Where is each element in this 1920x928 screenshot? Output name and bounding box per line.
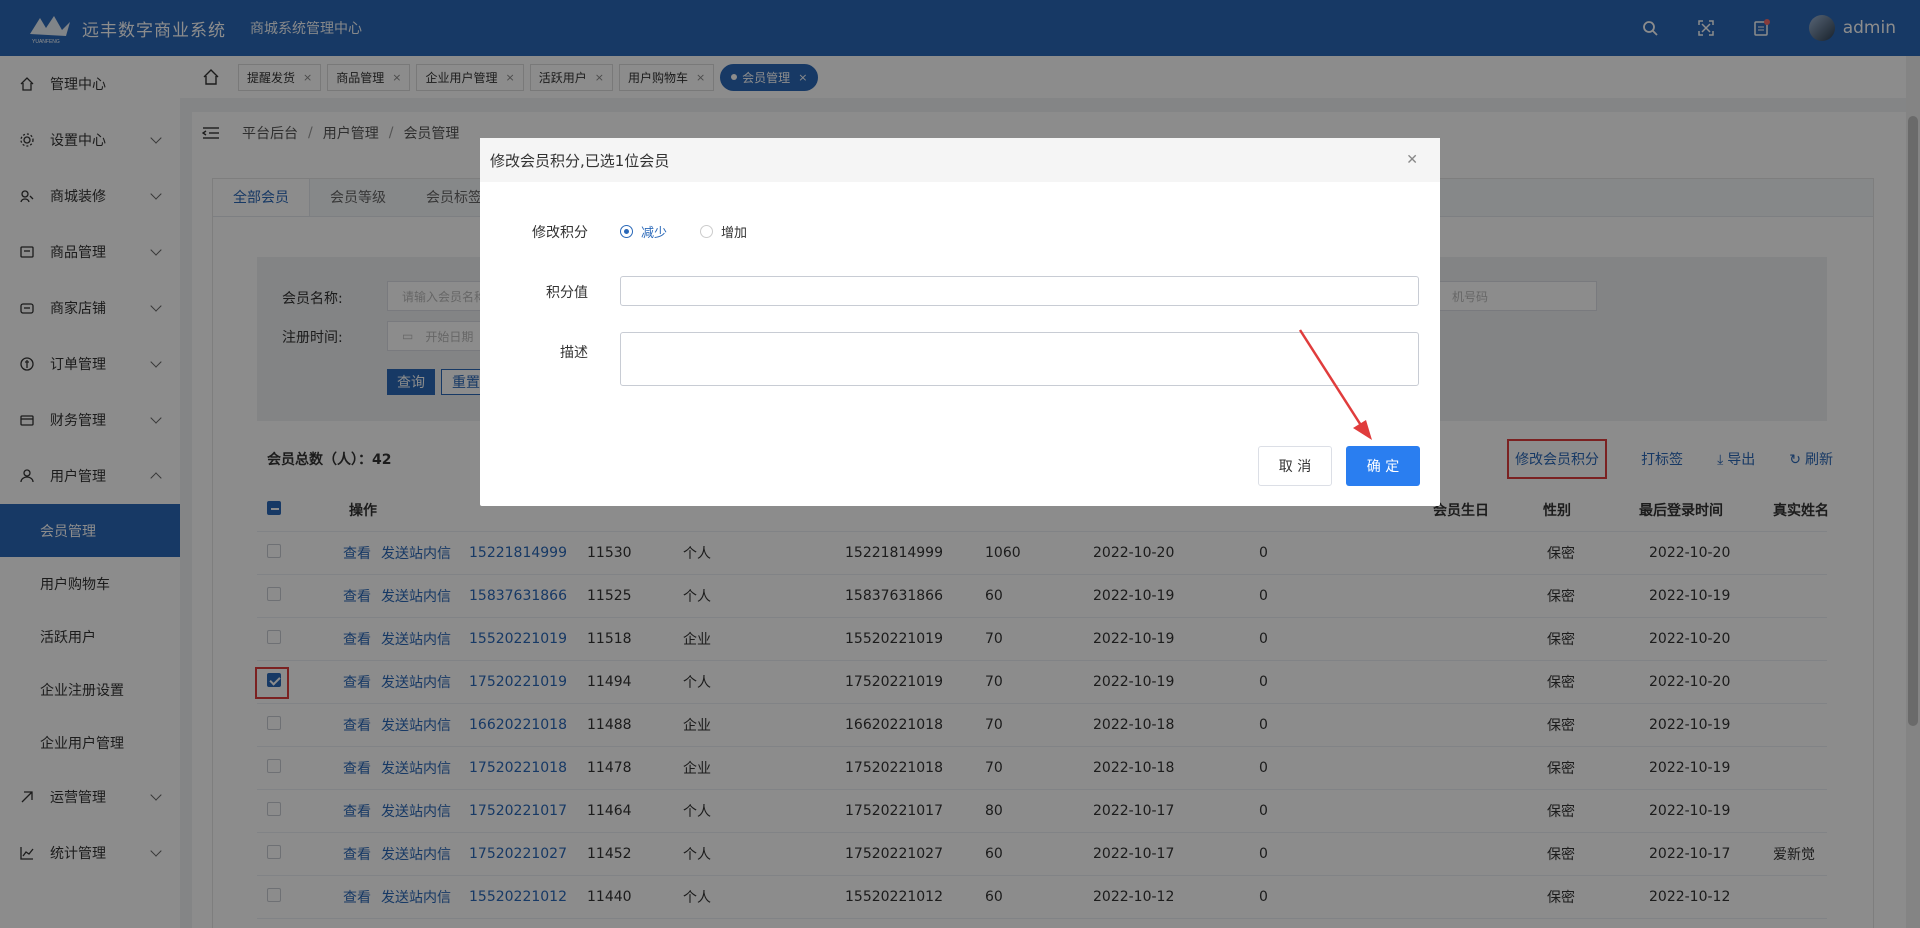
points-value-input[interactable]	[620, 276, 1419, 306]
radio-checked-icon	[620, 225, 633, 238]
description-label: 描述	[560, 345, 588, 361]
radio-increase-label: 增加	[721, 226, 748, 241]
modify-points-label: 修改积分	[532, 225, 588, 241]
close-icon[interactable]: ✕	[1406, 152, 1418, 168]
edit-points-dialog: 修改会员积分,已选1位会员 ✕ 修改积分 减少 增加 积分值 描述 取 消 确 …	[480, 138, 1440, 506]
dialog-header: 修改会员积分,已选1位会员 ✕	[480, 138, 1440, 182]
confirm-button[interactable]: 确 定	[1346, 446, 1420, 486]
radio-decrease[interactable]: 减少	[620, 222, 667, 241]
dialog-title: 修改会员积分,已选1位会员	[490, 151, 670, 170]
points-value-label: 积分值	[546, 285, 588, 301]
radio-unchecked-icon	[700, 225, 713, 238]
cancel-button[interactable]: 取 消	[1258, 446, 1332, 486]
description-textarea[interactable]	[620, 332, 1419, 386]
radio-decrease-label: 减少	[641, 226, 668, 241]
radio-increase[interactable]: 增加	[700, 222, 747, 241]
